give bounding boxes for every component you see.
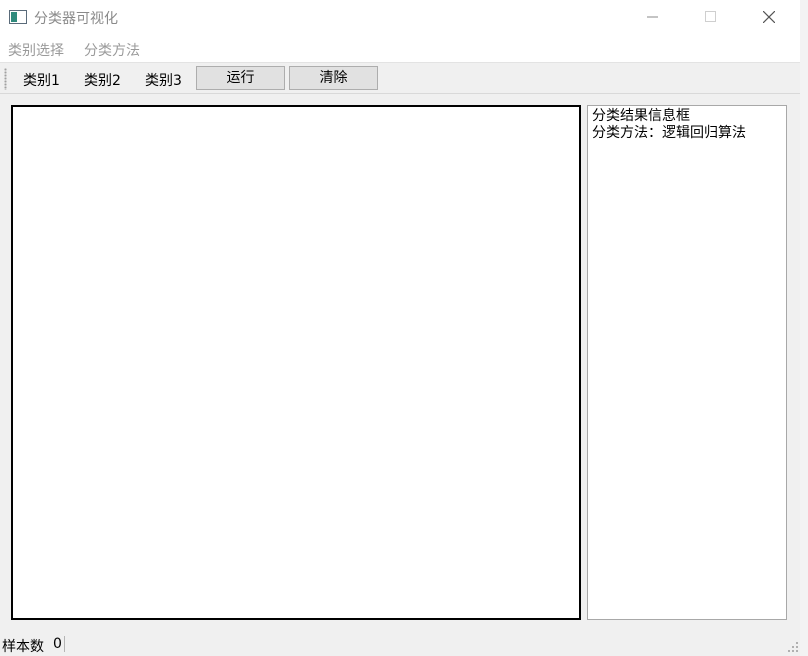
window-title: 分类器可视化 xyxy=(34,11,118,27)
menu-classify-method[interactable]: 分类方法 xyxy=(84,40,140,60)
clear-button[interactable]: 清除 xyxy=(289,66,378,90)
status-bar: 样本数 0 xyxy=(0,633,800,656)
menu-bar: 类别选择 分类方法 xyxy=(0,34,800,62)
menu-class-select[interactable]: 类别选择 xyxy=(8,40,64,60)
toolbar-class-3[interactable]: 类别3 xyxy=(145,70,182,90)
plot-canvas[interactable] xyxy=(11,105,581,620)
minimize-button[interactable] xyxy=(630,0,676,34)
toolbar-class-1[interactable]: 类别1 xyxy=(23,70,60,90)
resize-grip-icon[interactable] xyxy=(788,642,799,653)
window-edge xyxy=(800,0,808,656)
minimize-icon xyxy=(647,16,658,18)
close-icon xyxy=(763,11,775,23)
maximize-button[interactable] xyxy=(688,0,734,34)
info-line-method: 分类方法：逻辑回归算法 xyxy=(592,125,746,141)
toolbar-class-2[interactable]: 类别2 xyxy=(84,70,121,90)
classification-info-box[interactable]: 分类结果信息框 分类方法：逻辑回归算法 xyxy=(587,105,787,620)
title-bar: 分类器可视化 xyxy=(0,0,800,34)
sample-count-value: 0 xyxy=(53,636,65,652)
info-line-heading: 分类结果信息框 xyxy=(592,108,690,124)
maximize-icon xyxy=(705,11,716,22)
toolbar: 类别1 类别2 类别3 运行 清除 xyxy=(0,62,800,94)
app-window-icon xyxy=(9,10,27,24)
run-button[interactable]: 运行 xyxy=(196,66,285,90)
toolbar-grip-handle[interactable] xyxy=(4,68,7,90)
close-button[interactable] xyxy=(746,0,792,34)
sample-count-label: 样本数 xyxy=(2,639,44,655)
